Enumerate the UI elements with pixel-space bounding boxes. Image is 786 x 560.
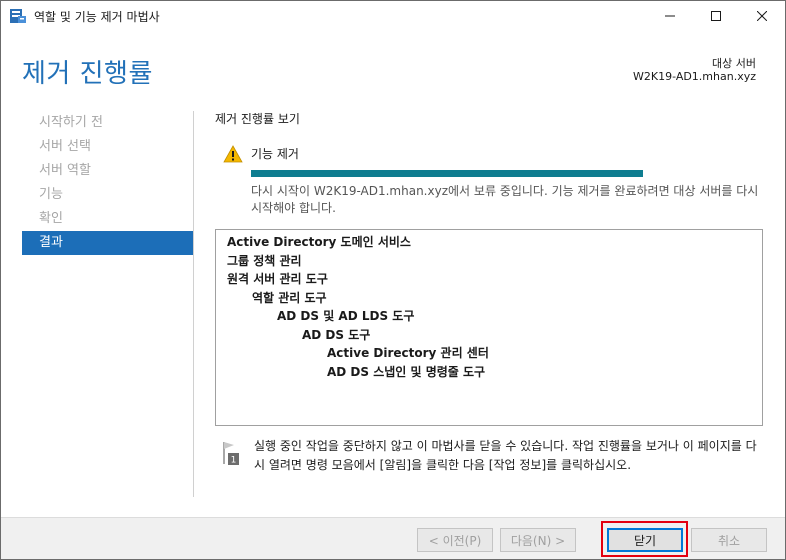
close-icon	[757, 11, 767, 21]
close-wizard-note: 실행 중인 작업을 중단하지 않고 이 마법사를 닫을 수 있습니다. 작업 진…	[254, 439, 757, 472]
title-bar: 역할 및 기능 제거 마법사	[1, 1, 785, 31]
maximize-icon	[711, 11, 721, 21]
feature-removal-title: 기능 제거	[251, 147, 299, 161]
target-server-name: W2K19-AD1.mhan.xyz	[633, 70, 756, 83]
progress-fill	[251, 170, 643, 177]
restart-pending-message: 다시 시작이 W2K19-AD1.mhan.xyz에서 보류 중입니다. 기능 …	[251, 184, 759, 215]
wizard-nav: 시작하기 전 서버 선택 서버 역할 기능 확인 결과	[22, 111, 193, 255]
result-item: Active Directory 도메인 서비스	[227, 235, 411, 249]
notification-flag-icon: 1	[223, 442, 239, 466]
nav-item-server-roles: 서버 역할	[39, 163, 91, 178]
warning-icon	[223, 145, 243, 163]
nav-item-confirmation: 확인	[39, 211, 63, 226]
server-manager-icon	[10, 9, 26, 23]
wizard-footer: < 이전(P) 다음(N) > 닫기 취소	[1, 517, 785, 559]
result-item: 그룹 정책 관리	[227, 253, 302, 268]
page-title: 제거 진행률	[22, 59, 153, 89]
previous-button[interactable]: < 이전(P)	[417, 528, 493, 552]
target-server-label: 대상 서버	[712, 57, 756, 70]
main-panel: 제거 진행률 보기 기능 제거 다시 시작이 W2K19-AD1.mhan.xy…	[215, 106, 767, 506]
result-item: Active Directory 관리 센터	[327, 346, 489, 360]
close-window-button[interactable]	[739, 1, 785, 31]
minimize-icon	[665, 15, 675, 17]
maximize-button[interactable]	[693, 1, 739, 31]
window-title: 역할 및 기능 제거 마법사	[34, 10, 160, 24]
nav-item-before-you-begin: 시작하기 전	[39, 115, 103, 130]
nav-item-results[interactable]: 결과	[22, 231, 193, 255]
close-button[interactable]: 닫기	[607, 528, 683, 552]
minimize-button[interactable]	[647, 1, 693, 31]
result-item: AD DS 스냅인 및 명령줄 도구	[327, 364, 486, 379]
section-title: 제거 진행률 보기	[215, 112, 300, 126]
notification-badge: 1	[231, 456, 237, 466]
nav-item-features: 기능	[39, 187, 63, 202]
nav-divider	[193, 111, 194, 497]
removal-results-list[interactable]: Active Directory 도메인 서비스그룹 정책 관리원격 서버 관리…	[215, 229, 763, 426]
result-item: AD DS 및 AD LDS 도구	[277, 309, 415, 323]
wizard-window: 역할 및 기능 제거 마법사 제거 진행률 대상 서버 W2K19-AD1.mh…	[0, 0, 786, 560]
result-item: AD DS 도구	[302, 327, 371, 342]
wizard-header: 제거 진행률 대상 서버 W2K19-AD1.mhan.xyz	[1, 31, 785, 106]
next-button[interactable]: 다음(N) >	[500, 528, 576, 552]
result-item: 원격 서버 관리 도구	[227, 272, 328, 286]
removal-progress-bar	[251, 170, 643, 177]
cancel-button[interactable]: 취소	[691, 528, 767, 552]
result-item: 역할 관리 도구	[252, 290, 327, 305]
nav-item-server-selection: 서버 선택	[39, 139, 91, 154]
